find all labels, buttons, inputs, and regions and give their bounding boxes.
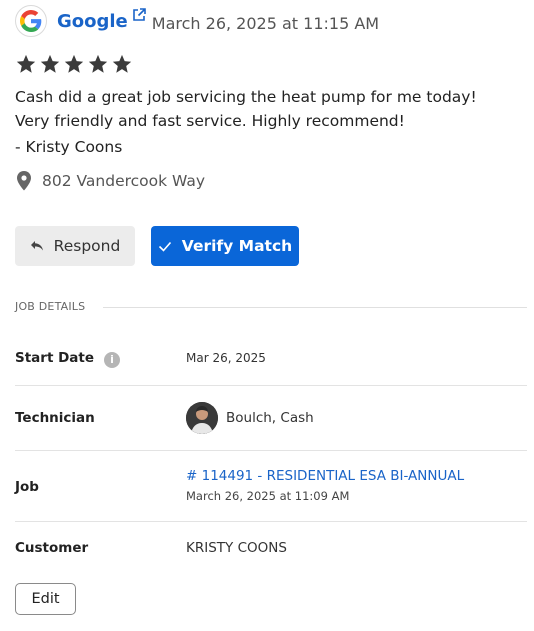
edit-button[interactable]: Edit [15,583,76,615]
technician-name: Boulch, Cash [226,410,314,426]
address-text: 802 Vandercook Way [42,172,206,190]
info-icon[interactable]: i [104,351,121,368]
review-source-link[interactable]: Google [57,11,128,32]
respond-label: Respond [53,237,121,255]
checkmark-icon [158,241,172,252]
star-rating [15,53,133,75]
star-icon [88,54,108,73]
job-details-heading: JOB DETAILS [15,300,86,313]
external-link-icon[interactable] [132,8,146,22]
star-icon [112,54,132,73]
start-date-label-text: Start Date [15,350,95,366]
review-author: - Kristy Coons [15,138,123,156]
star-icon [16,54,36,73]
job-datetime: March 26, 2025 at 11:09 AM [186,489,350,503]
review-address: 802 Vandercook Way [15,170,205,192]
technician-avatar [186,402,218,434]
star-icon [40,54,60,73]
review-date: March 26, 2025 at 11:15 AM [151,13,380,33]
customer-label: Customer [15,540,89,556]
job-link[interactable]: # 114491 - RESIDENTIAL ESA BI-ANNUAL [186,468,464,484]
verify-match-label: Verify Match [181,237,293,255]
row-divider [15,450,527,451]
respond-button[interactable]: Respond [15,226,135,266]
review-text: Cash did a great job servicing the heat … [15,88,477,130]
section-divider [103,307,527,308]
location-pin-icon [17,171,31,191]
star-icon [64,54,84,73]
review-header: Google March 26, 2025 at 11:15 AM [15,4,379,38]
row-divider [15,521,527,522]
start-date-value: Mar 26, 2025 [186,351,266,365]
verify-match-button[interactable]: Verify Match [151,226,299,266]
job-label: Job [15,479,39,495]
row-divider [15,385,527,386]
start-date-label: Start Date i [15,350,121,368]
google-logo-icon [15,5,47,37]
customer-name: KRISTY COONS [186,540,287,556]
technician-label: Technician [15,410,95,426]
reply-icon [30,240,44,252]
